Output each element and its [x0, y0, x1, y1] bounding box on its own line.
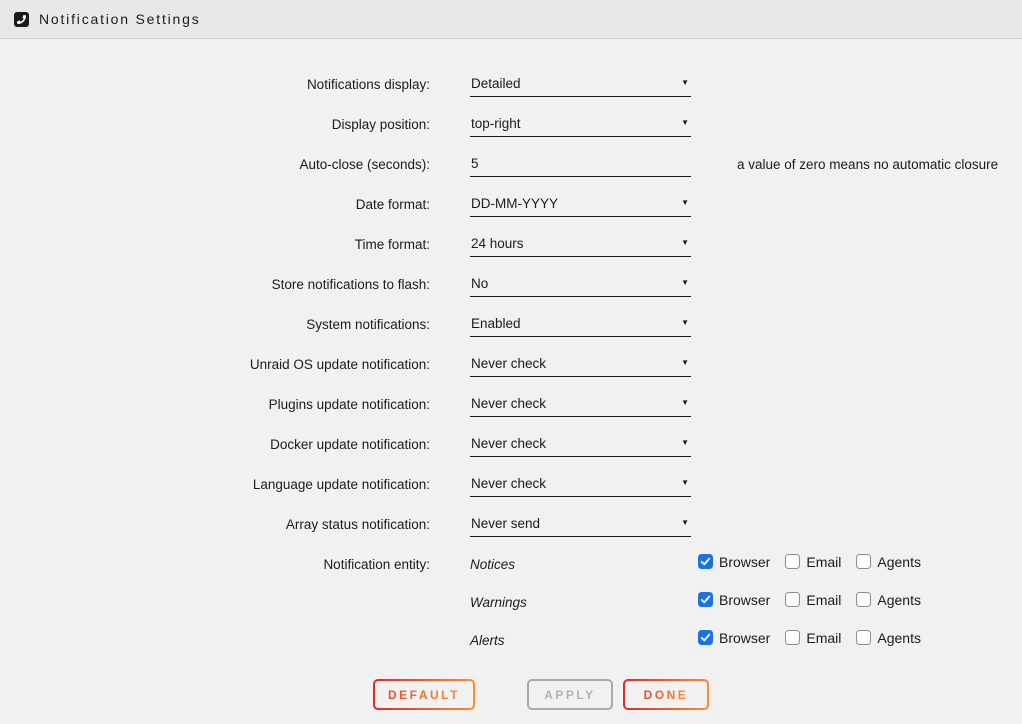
docker-update-field: Never check ▼	[470, 431, 691, 457]
settings-row: Store notifications to flash: No ▼	[0, 265, 1022, 305]
phone-square-icon	[14, 12, 29, 27]
entity-name: Notices	[470, 545, 698, 583]
field-label: Notifications display:	[0, 65, 470, 105]
alerts-agents-checkbox[interactable]: Agents	[856, 629, 921, 646]
store-to-flash-select[interactable]: No	[470, 276, 691, 291]
warnings-agents-checkbox[interactable]: Agents	[856, 591, 921, 608]
plugins-update-field: Never check ▼	[470, 391, 691, 417]
field-label: Plugins update notification:	[0, 385, 470, 425]
display-position-field: top-right ▼	[470, 111, 691, 137]
checkbox-label: Agents	[877, 592, 921, 608]
docker-update-notification-select[interactable]: Never check	[470, 436, 691, 451]
settings-row: Date format: DD-MM-YYYY ▼	[0, 185, 1022, 225]
checkbox-label: Agents	[877, 630, 921, 646]
os-update-field: Never check ▼	[470, 351, 691, 377]
field-label	[0, 583, 470, 621]
page-title: Notification Settings	[39, 11, 201, 27]
settings-row: Language update notification: Never chec…	[0, 465, 1022, 505]
apply-button[interactable]: APPLY	[527, 679, 613, 710]
checkbox-label: Email	[806, 592, 841, 608]
field-label: Store notifications to flash:	[0, 265, 470, 305]
display-position-select[interactable]: top-right	[470, 116, 691, 131]
checkbox-icon	[698, 630, 713, 645]
settings-row: Docker update notification: Never check …	[0, 425, 1022, 465]
language-update-field: Never check ▼	[470, 471, 691, 497]
plugins-update-notification-select[interactable]: Never check	[470, 396, 691, 411]
date-format-field: DD-MM-YYYY ▼	[470, 191, 691, 217]
done-button[interactable]: DONE	[623, 679, 709, 710]
field-label: Notification entity:	[0, 545, 470, 583]
field-label: Language update notification:	[0, 465, 470, 505]
entity-name: Warnings	[470, 583, 698, 621]
settings-row: Array status notification: Never send ▼	[0, 505, 1022, 545]
language-update-notification-select[interactable]: Never check	[470, 476, 691, 491]
date-format-select[interactable]: DD-MM-YYYY	[470, 196, 691, 211]
system-notifications-select[interactable]: Enabled	[470, 316, 691, 331]
entity-row-warnings: Warnings Browser Email Agents	[0, 583, 1022, 621]
notices-agents-checkbox[interactable]: Agents	[856, 553, 921, 570]
settings-row: Time format: 24 hours ▼	[0, 225, 1022, 265]
field-label: Display position:	[0, 105, 470, 145]
settings-row: Notifications display: Detailed ▼	[0, 65, 1022, 105]
checkbox-label: Email	[806, 630, 841, 646]
settings-row: System notifications: Enabled ▼	[0, 305, 1022, 345]
checkbox-icon	[856, 554, 871, 569]
checkbox-icon	[785, 630, 800, 645]
notices-email-checkbox[interactable]: Email	[785, 553, 841, 570]
checkbox-icon	[785, 592, 800, 607]
time-format-field: 24 hours ▼	[470, 231, 691, 257]
checkbox-icon	[856, 630, 871, 645]
os-update-notification-select[interactable]: Never check	[470, 356, 691, 371]
page-header: Notification Settings	[0, 0, 1022, 39]
entity-name: Alerts	[470, 621, 698, 659]
checkbox-label: Browser	[719, 630, 770, 646]
system-notifications-field: Enabled ▼	[470, 311, 691, 337]
alerts-email-checkbox[interactable]: Email	[785, 629, 841, 646]
settings-form: Notifications display: Detailed ▼ Displa…	[0, 39, 1022, 710]
array-status-field: Never send ▼	[470, 511, 691, 537]
field-label: System notifications:	[0, 305, 470, 345]
field-label: Auto-close (seconds):	[0, 145, 470, 185]
default-button[interactable]: DEFAULT	[373, 679, 475, 710]
entity-row-notices: Notification entity: Notices Browser Ema…	[0, 545, 1022, 583]
field-label	[0, 621, 470, 659]
time-format-select[interactable]: 24 hours	[470, 236, 691, 251]
notifications-display-field: Detailed ▼	[470, 71, 691, 97]
warnings-email-checkbox[interactable]: Email	[785, 591, 841, 608]
entity-checkbox-group: Browser Email Agents	[698, 545, 921, 583]
entity-checkbox-group: Browser Email Agents	[698, 621, 921, 659]
entity-row-alerts: Alerts Browser Email Agents	[0, 621, 1022, 659]
checkbox-label: Browser	[719, 554, 770, 570]
field-label: Unraid OS update notification:	[0, 345, 470, 385]
checkbox-label: Email	[806, 554, 841, 570]
action-buttons: DEFAULT APPLY DONE	[373, 679, 1022, 710]
settings-row: Auto-close (seconds): a value of zero me…	[0, 145, 1022, 185]
entity-checkbox-group: Browser Email Agents	[698, 583, 921, 621]
notices-browser-checkbox[interactable]: Browser	[698, 553, 770, 570]
checkbox-icon	[856, 592, 871, 607]
auto-close-field	[470, 151, 691, 177]
checkbox-label: Browser	[719, 592, 770, 608]
store-to-flash-field: No ▼	[470, 271, 691, 297]
settings-row: Unraid OS update notification: Never che…	[0, 345, 1022, 385]
alerts-browser-checkbox[interactable]: Browser	[698, 629, 770, 646]
settings-row: Display position: top-right ▼	[0, 105, 1022, 145]
settings-row: Plugins update notification: Never check…	[0, 385, 1022, 425]
field-label: Array status notification:	[0, 505, 470, 545]
array-status-notification-select[interactable]: Never send	[470, 516, 691, 531]
checkbox-label: Agents	[877, 554, 921, 570]
field-label: Docker update notification:	[0, 425, 470, 465]
checkbox-icon	[698, 554, 713, 569]
field-label: Time format:	[0, 225, 470, 265]
notifications-display-select[interactable]: Detailed	[470, 76, 691, 91]
checkbox-icon	[785, 554, 800, 569]
auto-close-help-text: a value of zero means no automatic closu…	[737, 145, 998, 185]
field-label: Date format:	[0, 185, 470, 225]
warnings-browser-checkbox[interactable]: Browser	[698, 591, 770, 608]
auto-close-input[interactable]	[470, 156, 691, 171]
checkbox-icon	[698, 592, 713, 607]
